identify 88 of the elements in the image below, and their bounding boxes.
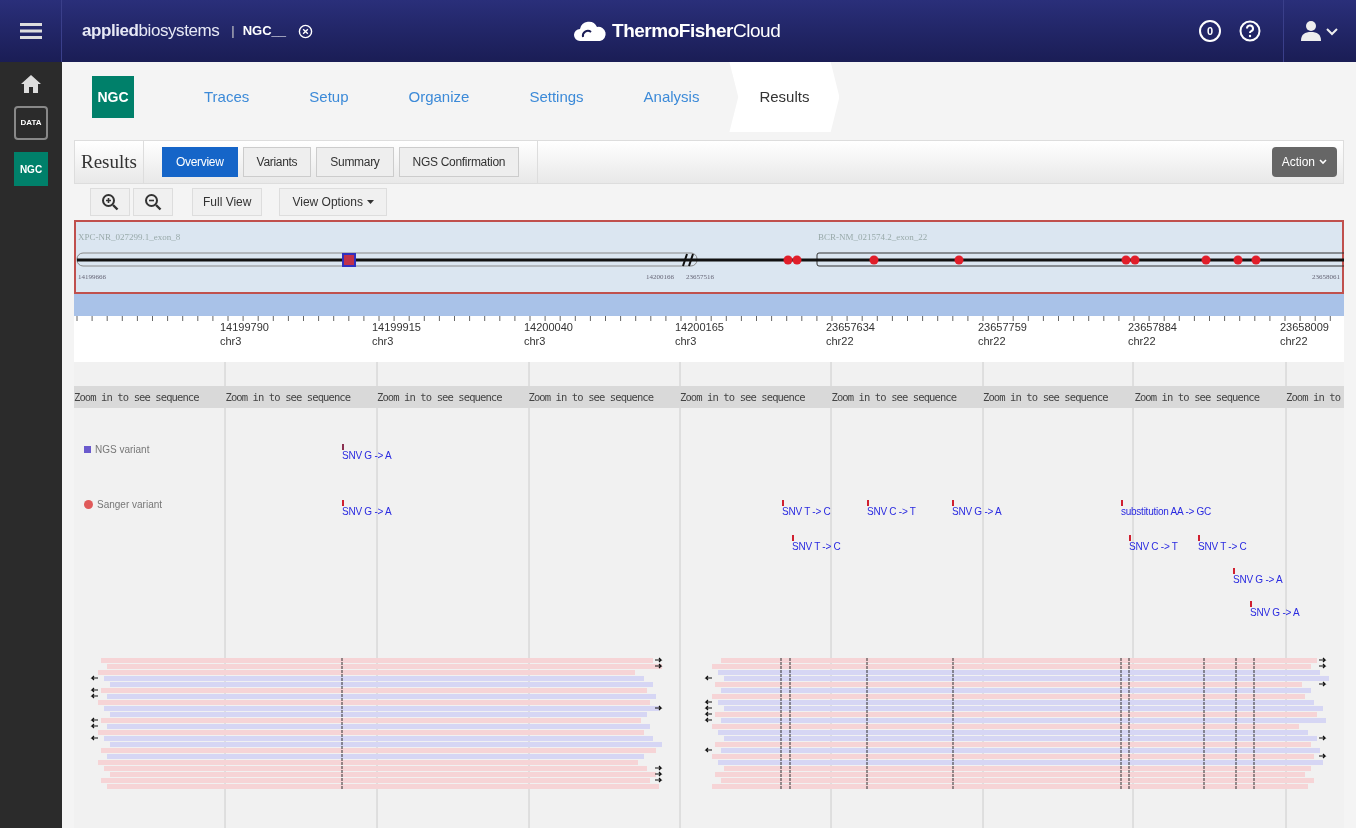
- sanger-variant-marker: [1130, 255, 1140, 265]
- exon-label: BCR-NM_021574.2_exon_22: [818, 231, 928, 244]
- variant-label: SNV T -> C: [792, 541, 841, 553]
- cloud-logo: ThermoFisherCloud: [612, 18, 781, 43]
- zoom-out-icon[interactable]: [144, 193, 162, 211]
- variant-tick-icon: [792, 535, 794, 541]
- variant-label: SNV G -> A: [342, 506, 392, 518]
- legend-label: NGS variant: [95, 443, 150, 457]
- variant-tick-icon: [1250, 601, 1252, 607]
- sequence-cell-text: Zoom in to see sequence: [74, 390, 200, 405]
- chromosome-label: chr3: [372, 334, 395, 348]
- variant-tick-icon: [782, 500, 784, 506]
- chromosome-label: chr22: [1280, 334, 1309, 348]
- cloud-icon: [572, 19, 608, 43]
- help-icon[interactable]: [1239, 20, 1261, 42]
- chromosome-label: chr22: [978, 334, 1007, 348]
- variant-label: SNV G -> A: [1233, 574, 1283, 586]
- variant-tick-icon: [1129, 535, 1131, 541]
- menu-icon[interactable]: [19, 23, 42, 39]
- sequence-cell-text: Zoom in to see sequence: [680, 390, 806, 405]
- chromosome-label: chr3: [220, 334, 243, 348]
- sequence-cell-text: Zoom in to see sequence: [377, 390, 503, 405]
- chevron-icon: [1319, 159, 1327, 165]
- sanger-variant-marker: [792, 255, 802, 265]
- sequence-cell-text: Zoom in to see sequence: [1134, 390, 1261, 405]
- sequence-cell-text: Zoom in to see sequence: [225, 390, 352, 405]
- sequence-cell-text: Zoom in to: [1286, 390, 1342, 405]
- variant-tick-icon: [342, 444, 344, 450]
- chromosome-label: chr3: [524, 334, 547, 348]
- variant-label: SNV C -> T: [1129, 541, 1178, 553]
- results-tab[interactable]: NGS Confirmation: [398, 147, 520, 177]
- variant-tick-icon: [1198, 535, 1200, 541]
- variant-label: SNV G -> A: [342, 450, 392, 462]
- ruler-position: 23657759: [978, 320, 1027, 334]
- sanger-variant-marker: [1201, 255, 1211, 265]
- sanger-variant-marker: [954, 255, 964, 265]
- ngs-variant-marker: [342, 253, 356, 267]
- full-view-button[interactable]: Full View: [192, 188, 263, 216]
- legend-label: Sanger variant: [97, 498, 163, 512]
- ruler-position: 14200165: [675, 320, 724, 334]
- notification-button[interactable]: 0: [1199, 20, 1221, 42]
- workflow-step[interactable]: Results: [729, 62, 840, 132]
- ruler-position: 23657884: [1128, 320, 1177, 334]
- variant-tick-icon: [1233, 568, 1235, 574]
- results-tab[interactable]: Variants: [242, 147, 312, 177]
- close-icon[interactable]: [298, 23, 314, 39]
- user-menu-icon[interactable]: [1300, 20, 1340, 42]
- sanger-variant-marker: [1233, 255, 1243, 265]
- home-icon[interactable]: [20, 74, 42, 94]
- variant-tick-icon: [1121, 500, 1123, 506]
- exon-label: XPC-NR_027299.1_exon_8: [78, 231, 181, 244]
- variant-label: substitution AA -> GC: [1121, 506, 1212, 518]
- caret-icon: [366, 200, 374, 204]
- sequence-cell-text: Zoom in to see sequence: [831, 390, 958, 405]
- results-tab[interactable]: Overview: [161, 147, 238, 177]
- separator: |: [231, 22, 235, 41]
- variant-label: SNV T -> C: [1198, 541, 1247, 553]
- sequence-cell-text: Zoom in to see sequence: [983, 390, 1109, 405]
- chromosome-label: chr22: [826, 334, 855, 348]
- results-tab[interactable]: Summary: [316, 147, 394, 177]
- chromosome-label: chr3: [675, 334, 698, 348]
- variant-label: SNV C -> T: [867, 506, 916, 518]
- variant-label: SNV T -> C: [782, 506, 831, 518]
- sequence-cell-text: Zoom in to see sequence: [528, 390, 655, 405]
- project-name: NGC__: [242, 22, 287, 41]
- brand-logo: appliedbiosystems: [82, 20, 220, 43]
- ruler-position: 14200040: [524, 320, 573, 334]
- ruler-position: 23657634: [826, 320, 875, 334]
- sanger-variant-marker: [1121, 255, 1131, 265]
- app-logo: NGC: [92, 76, 134, 118]
- ruler-position: 14199915: [372, 320, 421, 334]
- zoom-in-icon[interactable]: [101, 193, 119, 211]
- sanger-variant-marker: [869, 255, 879, 265]
- ruler-position: 14199790: [220, 320, 269, 334]
- action-button[interactable]: Action: [1271, 147, 1337, 177]
- variant-tick-icon: [342, 500, 344, 506]
- sanger-variant-marker: [1251, 255, 1261, 265]
- variant-label: SNV G -> A: [952, 506, 1002, 518]
- variant-label: SNV G -> A: [1250, 607, 1300, 619]
- results-title: Results: [75, 141, 144, 183]
- ruler-position: 23658009: [1280, 320, 1329, 334]
- variant-tick-icon: [867, 500, 869, 506]
- variant-tick-icon: [952, 500, 954, 506]
- app-button[interactable]: NGC: [14, 152, 48, 186]
- view-options-button[interactable]: View Options: [279, 188, 387, 216]
- data-button[interactable]: DATA: [14, 106, 48, 140]
- sanger-variant-marker: [783, 255, 793, 265]
- chromosome-label: chr22: [1128, 334, 1157, 348]
